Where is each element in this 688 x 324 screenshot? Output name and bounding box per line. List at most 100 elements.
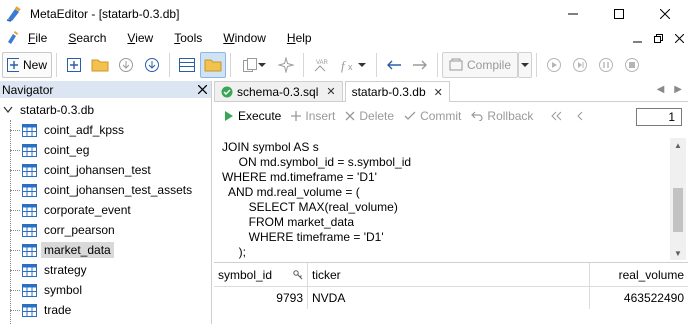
play-icon — [225, 111, 233, 121]
table-icon — [22, 143, 37, 157]
svg-text:f: f — [341, 58, 347, 73]
compile-icon — [449, 58, 463, 71]
tree-connector — [10, 190, 20, 191]
scroll-thumb[interactable] — [673, 188, 683, 232]
insert-button[interactable]: Insert — [287, 105, 339, 127]
table-row[interactable]: 9793 NVDA 463522490 — [214, 287, 688, 309]
copy-dropdown-button[interactable] — [235, 52, 273, 78]
tree-item-corporate-event[interactable]: corporate_event — [0, 200, 211, 220]
tab-scroll-left-icon[interactable]: ◀ — [657, 84, 665, 95]
rollback-button[interactable]: Rollback — [467, 105, 537, 127]
variable-icon: VAR — [314, 60, 329, 72]
commit-button[interactable]: Commit — [400, 105, 465, 127]
table-view-button[interactable] — [174, 52, 200, 78]
menu-help[interactable]: Help — [287, 31, 312, 45]
compile-button[interactable]: Compile — [442, 52, 518, 78]
tab-schema-sql[interactable]: schema-0.3.sql ✕ — [214, 81, 343, 101]
stop-circle-icon — [625, 58, 639, 72]
table-icon — [179, 58, 195, 72]
menu-search[interactable]: Search — [68, 31, 106, 45]
header-real-volume[interactable]: real_volume — [590, 263, 688, 286]
x-icon — [345, 111, 355, 121]
tree-item-label: corporate_event — [44, 203, 131, 217]
tree-item-label: market_data — [41, 242, 114, 258]
page-number-input[interactable]: 1 — [636, 108, 682, 126]
maximize-button[interactable] — [596, 0, 642, 28]
tree-root-database[interactable]: statarb-0.3.db — [0, 100, 211, 120]
delete-button[interactable]: Delete — [341, 105, 398, 127]
tree-item-label: coint_adf_kpss — [44, 123, 125, 137]
header-symbol-id[interactable]: symbol_id — [214, 263, 308, 286]
tree-item-symbol[interactable]: symbol — [0, 280, 211, 300]
mdi-restore-icon[interactable] — [654, 33, 663, 43]
menu-window[interactable]: Window — [223, 31, 266, 45]
toolbar-separator — [536, 53, 537, 77]
stop-button[interactable] — [619, 52, 645, 78]
main-toolbar: New VAR fx Compile — [0, 49, 688, 81]
window-title: MetaEditor - [statarb-0.3.db] — [30, 7, 180, 21]
table-icon — [22, 183, 37, 197]
back-button[interactable] — [381, 52, 407, 78]
insert-variable-button[interactable]: VAR — [308, 52, 334, 78]
tree-item-coint-johansen-test-assets[interactable]: coint_johansen_test_assets — [0, 180, 211, 200]
chevron-left-icon — [577, 111, 583, 121]
compile-dropdown-button[interactable] — [518, 52, 532, 78]
scroll-down-icon[interactable]: ▼ — [670, 246, 686, 260]
pause-button[interactable] — [593, 52, 619, 78]
collapse-icon[interactable] — [2, 104, 14, 116]
sql-vertical-scrollbar[interactable]: ▲ ▼ — [670, 138, 686, 260]
function-icon: fx — [341, 58, 353, 73]
close-icon[interactable] — [198, 85, 207, 94]
menu-tools[interactable]: Tools — [174, 31, 202, 45]
debug-button[interactable] — [567, 52, 593, 78]
tree-connector — [10, 230, 20, 231]
insert-function-button[interactable]: fx — [334, 52, 372, 78]
cell-symbol-id[interactable]: 9793 — [214, 287, 308, 309]
new-button[interactable]: New — [2, 52, 52, 78]
sql-line: FROM market_data — [222, 215, 355, 229]
scroll-up-icon[interactable]: ▲ — [670, 138, 686, 152]
tree-item-coint-adf-kpss[interactable]: coint_adf_kpss — [0, 120, 211, 140]
first-page-button[interactable] — [545, 105, 567, 127]
minimize-button[interactable] — [550, 0, 596, 28]
navigator-toggle-button[interactable] — [200, 52, 226, 78]
magic-button[interactable] — [273, 52, 299, 78]
mdi-minimize-icon[interactable] — [633, 34, 642, 43]
tree-item-corr-pearson[interactable]: corr_pearson — [0, 220, 211, 240]
tree-connector — [10, 310, 20, 311]
arrow-left-icon — [387, 60, 401, 70]
mdi-close-icon[interactable] — [675, 33, 684, 43]
tree-item-coint-johansen-test[interactable]: coint_johansen_test — [0, 160, 211, 180]
tab-statarb-db[interactable]: statarb-0.3.db ✕ — [344, 81, 450, 102]
forward-button[interactable] — [407, 52, 433, 78]
tab-scroll-right-icon[interactable]: ▶ — [674, 84, 682, 95]
open-folder-button[interactable] — [87, 52, 113, 78]
tab-close-icon[interactable]: ✕ — [326, 85, 335, 98]
tree-item-trade[interactable]: trade — [0, 300, 211, 320]
download-button[interactable] — [113, 52, 139, 78]
sql-line: SELECT MAX(real_volume) — [222, 200, 398, 214]
download-circle-icon — [119, 58, 133, 72]
prev-page-button[interactable] — [569, 105, 591, 127]
tree-item-market-data[interactable]: market_data — [0, 240, 211, 260]
tree-connector — [10, 270, 20, 271]
menu-view[interactable]: View — [127, 31, 153, 45]
header-ticker[interactable]: ticker — [308, 263, 590, 286]
sql-editor[interactable]: JOIN symbol AS s ON md.symbol_id = s.sym… — [216, 138, 668, 260]
save-download-button[interactable] — [139, 52, 165, 78]
menu-file[interactable]: File — [28, 31, 47, 45]
tab-scroll-controls: ◀ ▶ — [657, 84, 682, 95]
execute-button[interactable]: Execute — [220, 105, 285, 127]
new-file-button[interactable] — [61, 52, 87, 78]
chevron-down-icon — [521, 63, 529, 67]
undo-icon — [471, 111, 483, 121]
plus-square-icon — [7, 58, 19, 72]
tree-item-label: strategy — [44, 263, 87, 277]
run-button[interactable] — [541, 52, 567, 78]
tree-item-strategy[interactable]: strategy — [0, 260, 211, 280]
cell-ticker[interactable]: NVDA — [308, 287, 590, 309]
close-button[interactable] — [642, 0, 688, 28]
tree-item-coint-eg[interactable]: coint_eg — [0, 140, 211, 160]
cell-real-volume[interactable]: 463522490 — [590, 287, 688, 309]
tab-close-icon[interactable]: ✕ — [434, 86, 443, 99]
